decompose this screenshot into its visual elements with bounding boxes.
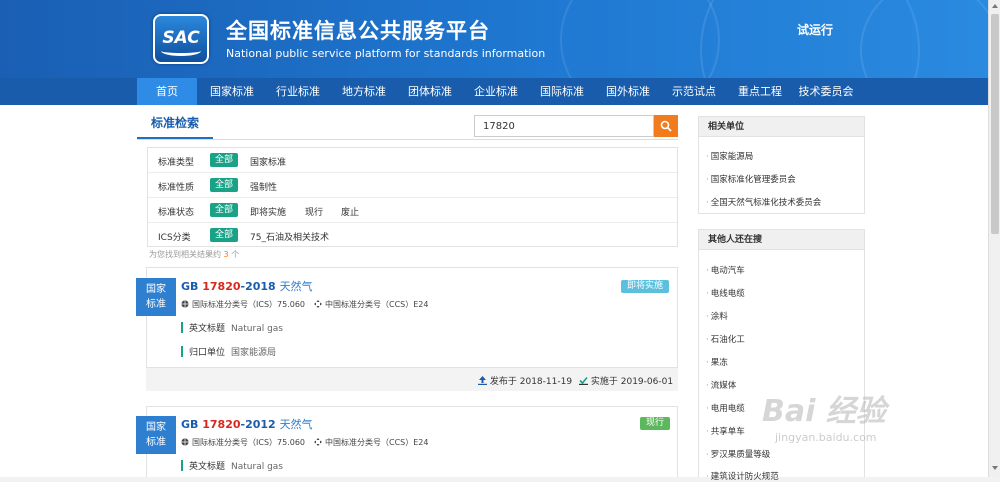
result-card-footer: 发布于 2018-11-19 实施于 2019-06-01 [146, 367, 678, 391]
logo-text: SAC [162, 28, 200, 48]
popular-search-link[interactable]: 共享单车 [706, 425, 745, 437]
status-badge: 即将实施 [621, 280, 670, 293]
publish-date: 发布于 2018-11-19 [478, 374, 572, 387]
site-title: 全国标准信息公共服务平台 [226, 19, 490, 43]
tab-standard-search[interactable]: 标准检索 [137, 112, 213, 140]
ics-code: 国际标准分类号（ICS）75.060 [181, 437, 305, 448]
popular-searches-title: 其他人还在搜 [699, 230, 864, 250]
ccs-code: 中国标准分类号（CCS）E24 [314, 299, 428, 310]
tab-divider [137, 139, 678, 140]
popular-search-link[interactable]: 果冻 [706, 356, 728, 368]
vertical-scrollbar[interactable] [988, 0, 1000, 477]
filter-all-pill[interactable]: 全部 [210, 228, 239, 242]
related-unit-link[interactable]: 国家标准化管理委员会 [706, 173, 796, 185]
check-icon [579, 376, 588, 385]
effective-date: 实施于 2019-06-01 [579, 374, 673, 387]
search-input[interactable] [474, 115, 654, 137]
result-count: 为您找到相关结果约 3 个 [149, 250, 240, 259]
site-subtitle: National public service platform for sta… [226, 47, 546, 60]
filter-option[interactable]: 废止 [341, 205, 359, 218]
popular-search-link[interactable]: 建筑设计防火规范 [706, 470, 779, 482]
filter-label: ICS分类 [158, 233, 191, 243]
filter-row-status: 标准状态 全部 即将实施 现行 废止 [148, 198, 677, 223]
related-units-panel: 相关单位 国家能源局 国家标准化管理委员会 全国天然气标准化技术委员会 [698, 116, 865, 214]
filter-label: 标准性质 [158, 183, 195, 193]
popular-search-link[interactable]: 石油化工 [706, 333, 745, 345]
filter-option[interactable]: 现行 [305, 205, 323, 218]
nav-group[interactable]: 团体标准 [399, 78, 461, 105]
result-title-link[interactable]: GB 17820-2012 天然气 [181, 416, 313, 432]
filter-option[interactable]: 强制性 [250, 180, 277, 193]
standard-type-badge: 国家 标准 [136, 416, 176, 454]
filter-label: 标准类型 [158, 158, 195, 168]
scrollbar-thumb[interactable] [991, 14, 999, 234]
logo-swoosh-icon [161, 46, 201, 56]
baidu-watermark: Bai 经验 [762, 394, 886, 429]
search-button[interactable] [654, 115, 678, 137]
move-icon [314, 300, 322, 308]
filter-panel: 标准类型 全部 国家标准 标准性质 全部 强制性 标准状态 全部 即将实施 现行… [147, 147, 678, 247]
search-icon [660, 120, 672, 132]
nav-tech-committee[interactable]: 技术委员会 [793, 78, 859, 105]
standard-type-badge: 国家 标准 [136, 278, 176, 316]
popular-search-link[interactable]: 电动汽车 [706, 264, 745, 276]
result-title-link[interactable]: GB 17820-2018 天然气 [181, 278, 313, 294]
upload-icon [478, 376, 487, 385]
filter-all-pill[interactable]: 全部 [210, 203, 239, 217]
nav-local[interactable]: 地方标准 [333, 78, 395, 105]
nav-foreign[interactable]: 国外标准 [597, 78, 659, 105]
english-title-field: 英文标题 Natural gas [181, 459, 283, 472]
related-units-title: 相关单位 [699, 117, 864, 137]
nav-industry[interactable]: 行业标准 [267, 78, 329, 105]
filter-row-nature: 标准性质 全部 强制性 [148, 173, 677, 198]
baidu-watermark-url: jingyan.baidu.com [775, 431, 877, 444]
site-header: SAC 全国标准信息公共服务平台 National public service… [0, 0, 988, 78]
nav-international[interactable]: 国际标准 [531, 78, 593, 105]
nav-national[interactable]: 国家标准 [201, 78, 263, 105]
filter-all-pill[interactable]: 全部 [210, 153, 239, 167]
popular-search-link[interactable]: 罗汉果质量等级 [706, 448, 771, 460]
popular-search-link[interactable]: 流媒体 [706, 379, 737, 391]
popular-search-link[interactable]: 涂料 [706, 310, 728, 322]
nav-home[interactable]: 首页 [137, 78, 197, 105]
scroll-down-arrow-icon[interactable] [992, 466, 998, 470]
ccs-code: 中国标准分类号（CCS）E24 [314, 437, 428, 448]
filter-option[interactable]: 国家标准 [250, 155, 286, 168]
filter-all-pill[interactable]: 全部 [210, 178, 239, 192]
department-field: 归口单位 国家能源局 [181, 345, 276, 358]
scroll-up-arrow-icon[interactable] [992, 4, 998, 8]
move-icon [314, 438, 322, 446]
filter-option[interactable]: 75_石油及相关技术 [250, 230, 329, 243]
related-unit-link[interactable]: 全国天然气标准化技术委员会 [706, 196, 822, 208]
nav-pilot[interactable]: 示范试点 [663, 78, 725, 105]
filter-option[interactable]: 即将实施 [250, 205, 286, 218]
filter-row-ics: ICS分类 全部 75_石油及相关技术 [148, 223, 677, 248]
status-badge: 现行 [640, 417, 671, 430]
filter-label: 标准状态 [158, 208, 195, 218]
sac-logo[interactable]: SAC [153, 14, 209, 64]
trial-label: 试运行 [797, 23, 834, 37]
nav-key-projects[interactable]: 重点工程 [729, 78, 791, 105]
related-unit-link[interactable]: 国家能源局 [706, 150, 754, 162]
globe-icon [181, 438, 189, 446]
popular-search-link[interactable]: 电用电缆 [706, 402, 745, 414]
nav-enterprise[interactable]: 企业标准 [465, 78, 527, 105]
english-title-field: 英文标题 Natural gas [181, 321, 283, 334]
ics-code: 国际标准分类号（ICS）75.060 [181, 299, 305, 310]
filter-row-type: 标准类型 全部 国家标准 [148, 148, 677, 173]
popular-search-link[interactable]: 电线电缆 [706, 287, 745, 299]
main-nav: 首页 国家标准 行业标准 地方标准 团体标准 企业标准 国际标准 国外标准 示范… [0, 78, 988, 105]
globe-icon [181, 300, 189, 308]
